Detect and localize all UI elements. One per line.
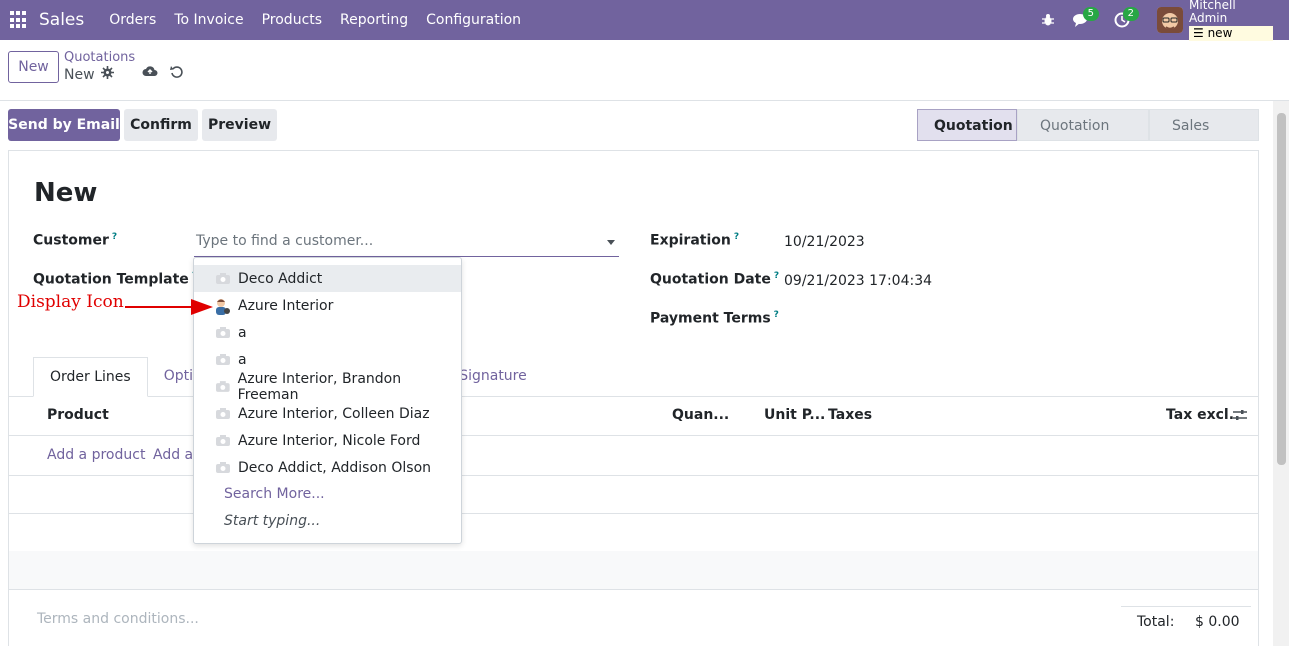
total-value: $ 0.00	[1195, 614, 1240, 630]
dropdown-item[interactable]: Azure Interior, Nicole Ford	[194, 427, 461, 454]
record-name: New	[64, 66, 95, 83]
add-product-link[interactable]: Add a product	[47, 447, 145, 463]
save-discard-icons	[142, 65, 183, 82]
messages-badge: 5	[1082, 7, 1099, 21]
scrollbar-thumb[interactable]	[1277, 113, 1286, 465]
cloud-upload-icon[interactable]	[142, 65, 158, 82]
dropdown-item[interactable]: Deco Addict	[194, 265, 461, 292]
apps-grid-icon[interactable]	[10, 11, 28, 29]
status-sales-order[interactable]: Sales Order	[1149, 109, 1259, 166]
new-button[interactable]: New	[8, 51, 59, 83]
menu-reporting[interactable]: Reporting	[331, 12, 417, 28]
status-bar: Quotation Quotation Sent Sales Order	[917, 109, 1259, 166]
scrollbar[interactable]	[1273, 101, 1289, 646]
chat-icon[interactable]: 5	[1067, 0, 1099, 40]
activities-badge: 2	[1122, 7, 1139, 21]
gear-icon[interactable]	[100, 66, 114, 83]
camera-icon	[216, 354, 230, 365]
column-tax-excl[interactable]: Tax excl.	[1166, 407, 1234, 423]
customer-label: Customer?	[33, 232, 118, 249]
camera-icon	[216, 435, 230, 446]
quotation-date-value[interactable]: 09/21/2023 17:04:34	[784, 273, 932, 289]
customer-dropdown: Deco Addict Azure Interior a a Azure Int…	[193, 257, 462, 544]
record-title: New	[34, 178, 98, 208]
preview-button[interactable]: Preview	[202, 109, 277, 141]
status-quotation-sent[interactable]: Quotation Sent	[1017, 109, 1149, 166]
column-product[interactable]: Product	[47, 407, 109, 423]
quotation-template-label: Quotation Template?	[33, 271, 197, 288]
control-panel: New Quotations New	[0, 40, 1289, 101]
table-row	[9, 551, 1258, 589]
database-name: ☰ new	[1189, 26, 1273, 41]
total-label: Total:	[1137, 614, 1175, 630]
confirm-button[interactable]: Confirm	[124, 109, 198, 141]
top-navbar: Sales Orders To Invoice Products Reporti…	[0, 0, 1289, 41]
dropdown-item[interactable]: Azure Interior, Colleen Diaz	[194, 400, 461, 427]
terms-field[interactable]: Terms and conditions...	[37, 611, 199, 627]
column-settings-icon[interactable]	[1233, 408, 1247, 426]
notebook-tabs: Order Lines Optio	[33, 357, 218, 397]
camera-icon	[216, 273, 230, 284]
camera-icon	[216, 462, 230, 473]
dropdown-item[interactable]: Deco Addict, Addison Olson	[194, 454, 461, 481]
camera-icon	[216, 327, 230, 338]
tab-order-lines[interactable]: Order Lines	[33, 357, 148, 397]
clock-icon[interactable]: 2	[1107, 0, 1139, 40]
start-typing-hint: Start typing...	[224, 513, 321, 529]
help-icon: ?	[773, 310, 779, 320]
menu-to-invoice[interactable]: To Invoice	[165, 12, 252, 28]
dropdown-item[interactable]: a	[194, 319, 461, 346]
camera-icon	[216, 381, 230, 392]
user-menu[interactable]: Mitchell Admin ☰ new	[1189, 0, 1273, 41]
app-name[interactable]: Sales	[39, 10, 84, 30]
annotation-arrow-icon	[125, 299, 213, 315]
help-icon: ?	[111, 232, 118, 242]
help-icon: ?	[773, 271, 780, 281]
column-unit-price[interactable]: Unit P...	[764, 407, 825, 423]
record-name-row: New	[64, 66, 114, 83]
database-icon: ☰	[1193, 26, 1208, 40]
dropdown-item[interactable]: Azure Interior, Brandon Freeman	[194, 371, 461, 403]
camera-icon	[216, 408, 230, 419]
dropdown-item[interactable]: Azure Interior	[194, 292, 461, 319]
dropdown-item[interactable]: a	[194, 346, 461, 373]
user-avatar-icon	[216, 298, 230, 315]
help-icon: ?	[733, 232, 740, 242]
customer-input[interactable]: Type to find a customer...	[194, 231, 619, 257]
breadcrumb[interactable]: Quotations	[64, 50, 135, 65]
total-divider	[1121, 606, 1251, 607]
send-by-email-button[interactable]: Send by Email	[8, 109, 120, 141]
customer-placeholder: Type to find a customer...	[196, 233, 374, 249]
search-more-link[interactable]: Search More...	[224, 486, 325, 502]
undo-icon[interactable]	[170, 65, 183, 82]
user-avatar[interactable]	[1157, 7, 1183, 33]
quotation-date-label: Quotation Date?	[650, 271, 780, 288]
menu-configuration[interactable]: Configuration	[417, 12, 530, 28]
bug-icon[interactable]	[1033, 0, 1063, 40]
menu-products[interactable]: Products	[253, 12, 331, 28]
expiration-value[interactable]: 10/21/2023	[784, 234, 865, 250]
annotation-label: Display Icon	[17, 292, 124, 312]
user-name: Mitchell Admin	[1189, 0, 1236, 25]
expiration-label: Expiration?	[650, 232, 740, 249]
chevron-down-icon[interactable]	[607, 240, 615, 245]
payment-terms-label: Payment Terms?	[650, 310, 779, 327]
column-taxes[interactable]: Taxes	[828, 407, 872, 423]
table-row	[9, 589, 1258, 590]
status-quotation[interactable]: Quotation	[917, 109, 1017, 141]
column-quantity[interactable]: Quan...	[672, 407, 729, 423]
menu-orders[interactable]: Orders	[100, 12, 165, 28]
navbar-right: 5 2 Mitchell Admin ☰ new	[1033, 0, 1289, 41]
